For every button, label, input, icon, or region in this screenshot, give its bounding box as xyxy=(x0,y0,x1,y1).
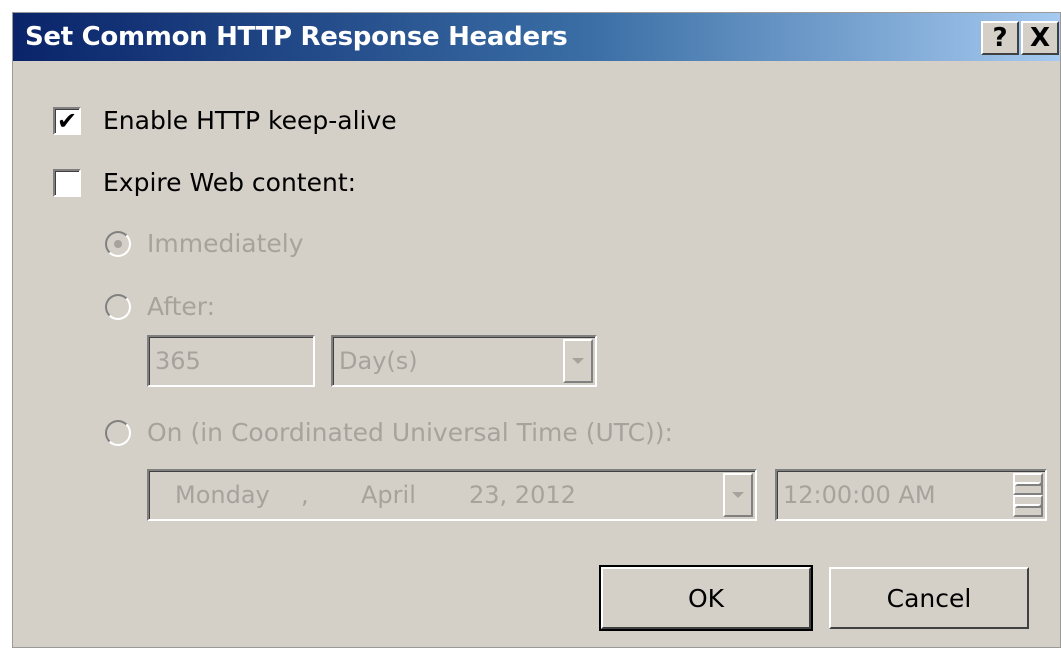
ok-label: OK xyxy=(687,583,725,613)
time-text: 12:00:00 AM xyxy=(783,481,936,509)
checkmark-icon: ✔ xyxy=(56,106,78,135)
on-date-label: On (in Coordinated Universal Time (UTC))… xyxy=(147,418,673,447)
after-radio[interactable] xyxy=(105,293,131,320)
close-icon: X xyxy=(1029,23,1051,53)
close-button[interactable]: X xyxy=(1021,21,1059,55)
ok-button[interactable]: OK xyxy=(599,565,813,631)
after-label: After: xyxy=(147,292,216,321)
chevron-down-icon xyxy=(1015,504,1041,508)
date-separator: , xyxy=(301,481,309,509)
date-month: April xyxy=(361,481,416,509)
date-picker[interactable]: Monday , April 23, 2012 xyxy=(147,469,757,521)
immediately-option[interactable]: Immediately xyxy=(105,229,304,258)
time-input[interactable]: 12:00:00 AM xyxy=(775,469,1047,521)
on-date-option[interactable]: On (in Coordinated Universal Time (UTC))… xyxy=(105,418,673,447)
dialog-title: Set Common HTTP Response Headers xyxy=(25,22,568,52)
time-down-button[interactable] xyxy=(1013,495,1043,517)
immediately-radio[interactable] xyxy=(105,230,131,257)
time-spinner[interactable] xyxy=(1013,473,1043,517)
expire-row[interactable]: Expire Web content: xyxy=(53,168,356,197)
title-bar[interactable]: Set Common HTTP Response Headers ? X xyxy=(13,13,1060,61)
after-unit-text: Day(s) xyxy=(339,347,418,375)
after-unit-select[interactable]: Day(s) xyxy=(331,335,597,387)
date-dropdown-button[interactable] xyxy=(723,473,753,517)
expire-checkbox[interactable] xyxy=(53,168,81,197)
dialog-window: Set Common HTTP Response Headers ? X ✔ E… xyxy=(12,12,1061,648)
chevron-up-icon xyxy=(1015,482,1041,486)
radio-dot-icon xyxy=(114,239,122,248)
keepalive-checkbox[interactable]: ✔ xyxy=(53,106,81,135)
immediately-label: Immediately xyxy=(147,229,304,258)
after-option[interactable]: After: xyxy=(105,292,215,321)
cancel-button[interactable]: Cancel xyxy=(829,567,1029,629)
after-value-text: 365 xyxy=(155,347,201,375)
keepalive-row[interactable]: ✔ Enable HTTP keep-alive xyxy=(53,106,397,135)
time-up-button[interactable] xyxy=(1013,473,1043,495)
after-value-input[interactable]: 365 xyxy=(147,335,315,387)
chevron-down-icon xyxy=(732,492,744,498)
help-button[interactable]: ? xyxy=(981,21,1019,55)
cancel-label: Cancel xyxy=(886,583,972,613)
expire-label: Expire Web content: xyxy=(103,168,357,197)
date-day-year: 23, 2012 xyxy=(469,481,576,509)
date-weekday: Monday xyxy=(175,481,270,509)
chevron-down-icon xyxy=(572,358,584,364)
on-date-radio[interactable] xyxy=(105,419,131,446)
question-icon: ? xyxy=(992,23,1008,53)
keepalive-label: Enable HTTP keep-alive xyxy=(103,106,397,135)
after-unit-dropdown-button[interactable] xyxy=(563,339,593,383)
